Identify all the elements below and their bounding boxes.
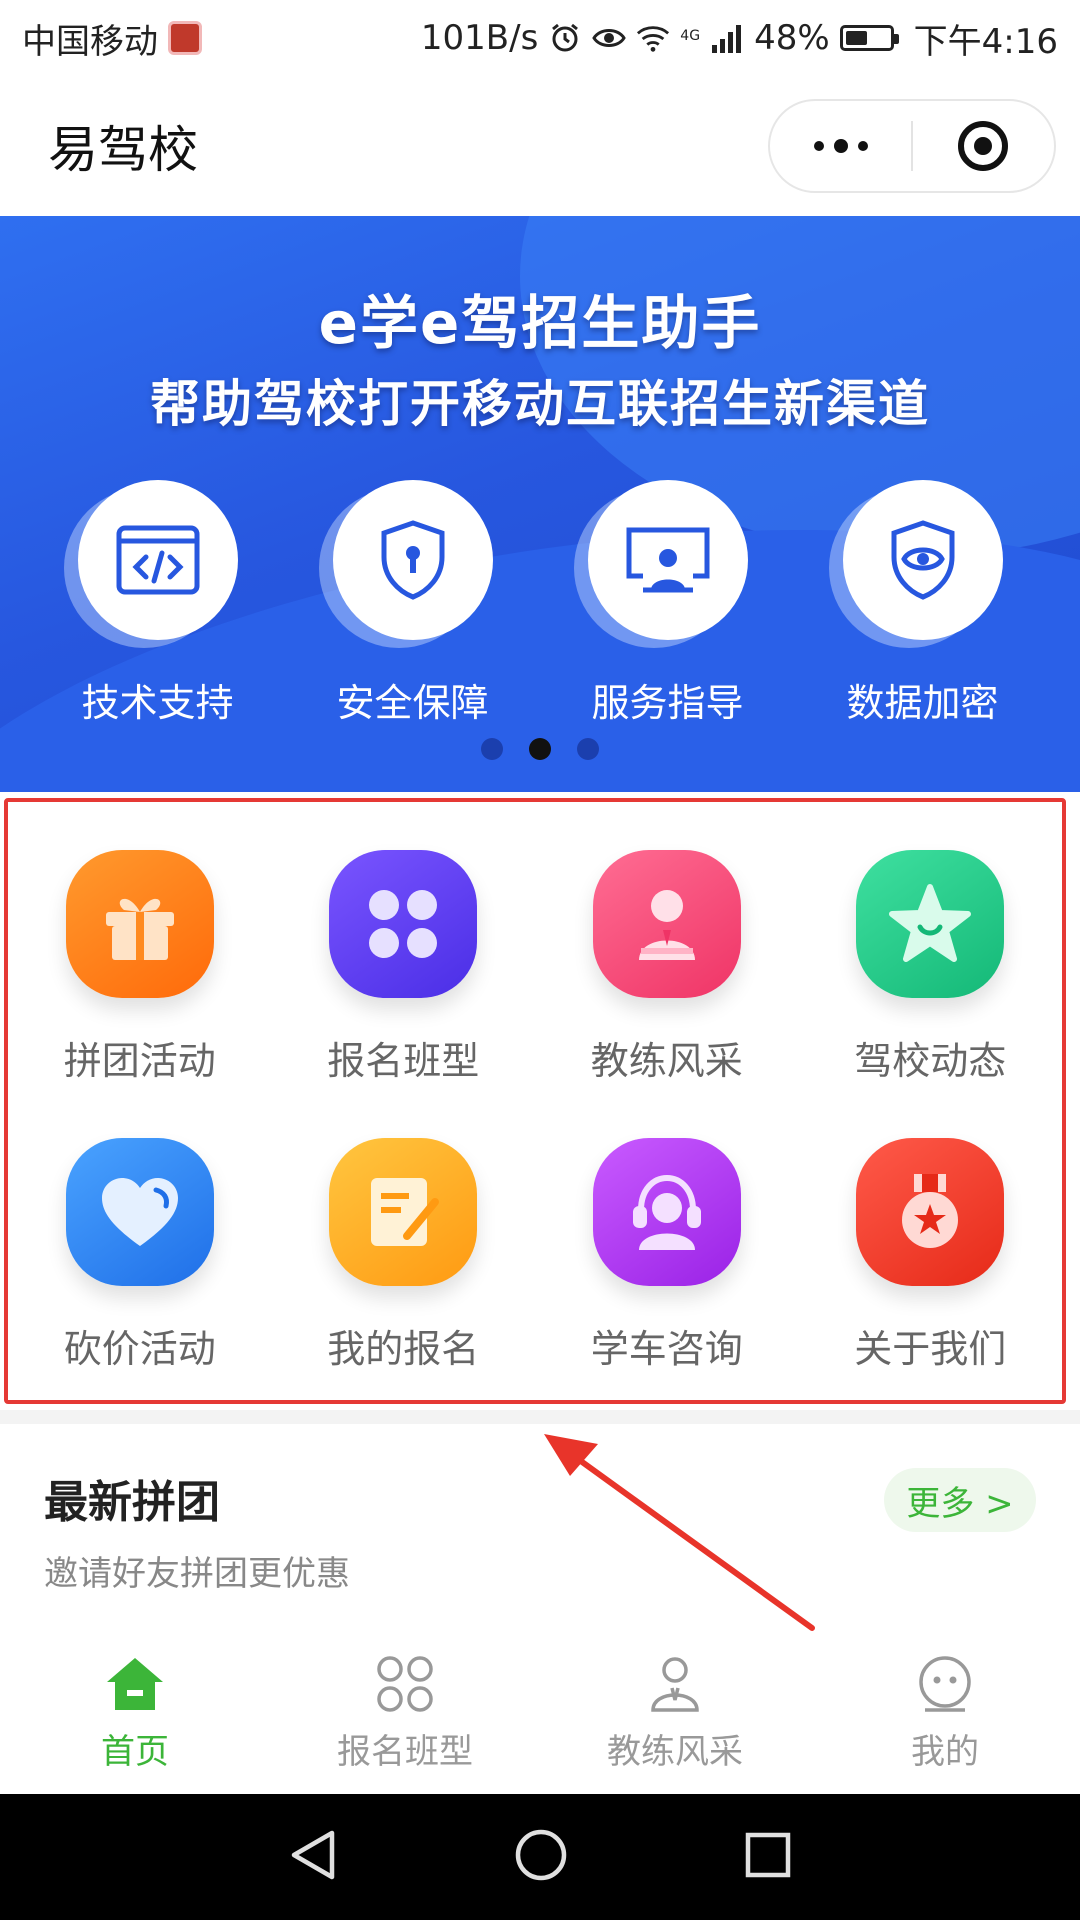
page-title: 易驾校 bbox=[48, 121, 198, 179]
more-options-button[interactable] bbox=[770, 101, 911, 191]
star-icon bbox=[856, 850, 1005, 998]
menu-label: 砍价活动 bbox=[63, 1327, 216, 1371]
status-right: 101B/s 4G 48% 下午4:16 bbox=[421, 14, 1058, 63]
tab-class-types[interactable]: 报名班型 bbox=[270, 1634, 540, 1794]
nav-bar: 易驾校 bbox=[0, 76, 1080, 216]
mini-program-capsule bbox=[768, 99, 1056, 193]
menu-label: 我的报名 bbox=[327, 1327, 480, 1371]
feature-encryption: 数据加密 bbox=[813, 480, 1033, 727]
headset-icon bbox=[592, 1138, 741, 1286]
home-icon bbox=[107, 1658, 163, 1710]
promo-banner[interactable]: e学e驾招生助手 帮助驾校打开移动互联招生新渠道 技术支持 安全保障 服务指导 … bbox=[0, 216, 1080, 792]
tab-label: 我的 bbox=[911, 1732, 979, 1772]
menu-label: 关于我们 bbox=[854, 1327, 1007, 1371]
carousel-dot[interactable] bbox=[529, 738, 551, 760]
home-circle-icon bbox=[515, 1829, 567, 1881]
carrier-badge-icon bbox=[168, 21, 202, 55]
menu-row: 拼团活动 报名班型 教练风采 驾校动态 bbox=[8, 850, 1062, 1138]
coach-icon bbox=[651, 1657, 699, 1712]
more-dots-icon bbox=[813, 139, 868, 153]
bottom-tab-bar: 首页 报名班型 教练风采 我的 bbox=[0, 1634, 1080, 1794]
tab-coach-showcase[interactable]: 教练风采 bbox=[540, 1634, 810, 1794]
wifi-icon bbox=[636, 21, 670, 55]
banner-subtitle: 帮助驾校打开移动互联招生新渠道 bbox=[150, 375, 930, 433]
network-speed: 101B/s bbox=[420, 18, 539, 58]
network-type: 4G bbox=[680, 27, 701, 44]
menu-label: 学车咨询 bbox=[590, 1327, 743, 1371]
tab-label: 报名班型 bbox=[337, 1732, 473, 1772]
feature-label: 安全保障 bbox=[336, 681, 489, 725]
feature-tech-support: 技术支持 bbox=[48, 480, 268, 727]
menu-item-coach-showcase[interactable]: 教练风采 bbox=[535, 850, 799, 1138]
home-system-button[interactable] bbox=[514, 1828, 568, 1886]
signal-icon bbox=[710, 21, 744, 55]
menu-item-bargain[interactable]: 砍价活动 bbox=[8, 1138, 272, 1426]
section-title: 最新拼团 bbox=[44, 1477, 220, 1528]
battery-icon bbox=[839, 25, 899, 51]
battery-percent: 48% bbox=[754, 18, 830, 58]
target-close-icon bbox=[958, 121, 1009, 171]
back-button[interactable] bbox=[288, 1829, 338, 1885]
carousel-dot[interactable] bbox=[577, 738, 599, 760]
menu-row: 砍价活动 我的报名 学车咨询 关于我们 bbox=[8, 1138, 1062, 1426]
status-left: 中国移动 bbox=[22, 14, 202, 63]
medal-icon bbox=[856, 1138, 1005, 1286]
tab-mine[interactable]: 我的 bbox=[810, 1634, 1080, 1794]
menu-label: 拼团活动 bbox=[63, 1039, 216, 1083]
recents-button[interactable] bbox=[744, 1831, 792, 1883]
feature-security: 安全保障 bbox=[303, 480, 523, 727]
clover-icon bbox=[377, 1656, 433, 1712]
menu-item-my-registration[interactable]: 我的报名 bbox=[272, 1138, 536, 1426]
feature-service: 服务指导 bbox=[558, 480, 778, 727]
menu-label: 教练风采 bbox=[590, 1039, 743, 1083]
menu-item-school-news[interactable]: 驾校动态 bbox=[799, 850, 1063, 1138]
more-button[interactable]: 更多 > bbox=[884, 1468, 1036, 1532]
form-edit-icon bbox=[329, 1138, 478, 1286]
presentation-icon bbox=[587, 480, 748, 640]
menu-item-consultation[interactable]: 学车咨询 bbox=[535, 1138, 799, 1426]
recents-square-icon bbox=[745, 1832, 791, 1878]
face-icon bbox=[919, 1656, 971, 1712]
heart-icon bbox=[65, 1138, 214, 1286]
status-bar: 中国移动 101B/s 4G 48% 下午4:16 bbox=[0, 0, 1080, 76]
back-triangle-icon bbox=[291, 1830, 335, 1880]
clover-icon bbox=[329, 850, 478, 998]
gift-icon bbox=[65, 850, 214, 998]
system-navigation-bar bbox=[0, 1794, 1080, 1920]
menu-item-class-types[interactable]: 报名班型 bbox=[272, 850, 536, 1138]
carousel-dot[interactable] bbox=[481, 738, 503, 760]
tab-label: 教练风采 bbox=[607, 1732, 743, 1772]
feature-label: 数据加密 bbox=[846, 681, 999, 725]
shield-lock-icon bbox=[332, 480, 493, 640]
close-mini-program-button[interactable] bbox=[913, 101, 1054, 191]
code-window-icon bbox=[77, 480, 238, 640]
menu-item-group-buy[interactable]: 拼团活动 bbox=[8, 850, 272, 1138]
clock-time: 下午4:16 bbox=[913, 21, 1058, 62]
menu-label: 驾校动态 bbox=[854, 1039, 1007, 1083]
menu-item-about-us[interactable]: 关于我们 bbox=[799, 1138, 1063, 1426]
feature-label: 技术支持 bbox=[81, 681, 234, 725]
tab-label: 首页 bbox=[101, 1732, 169, 1772]
banner-title: e学e驾招生助手 bbox=[318, 289, 762, 357]
menu-label: 报名班型 bbox=[327, 1039, 480, 1083]
feature-menu-grid: 拼团活动 报名班型 教练风采 驾校动态 砍价活动 我的报名 学车咨询 关于我们 bbox=[4, 798, 1066, 1404]
coach-icon bbox=[592, 850, 741, 998]
encrypted-shield-icon bbox=[842, 480, 1003, 640]
alarm-icon bbox=[548, 21, 582, 55]
annotation-arrow-icon bbox=[544, 1434, 815, 1631]
battery-level bbox=[845, 31, 867, 45]
eye-icon bbox=[592, 21, 627, 55]
banner-features: 技术支持 安全保障 服务指导 数据加密 bbox=[0, 480, 1080, 727]
carrier-name: 中国移动 bbox=[22, 21, 158, 62]
carousel-dots bbox=[0, 738, 1080, 760]
tab-home[interactable]: 首页 bbox=[0, 1634, 270, 1794]
feature-label: 服务指导 bbox=[591, 681, 744, 725]
section-subtitle: 邀请好友拼团更优惠 bbox=[44, 1554, 350, 1594]
